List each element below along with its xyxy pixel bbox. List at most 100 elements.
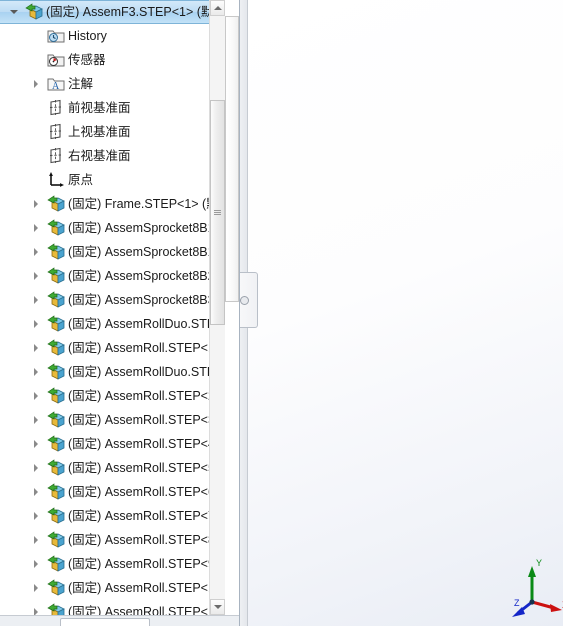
component-icon xyxy=(44,240,68,264)
expand-arrow-icon[interactable] xyxy=(28,480,44,504)
tree-tab-chip[interactable] xyxy=(60,618,150,626)
tree-row[interactable]: (固定) AssemRoll.STEP<3> xyxy=(0,408,225,432)
tree-row-label: (固定) AssemRoll.STEP<10 xyxy=(68,581,222,595)
tree-vertical-scrollbar[interactable] xyxy=(209,0,225,615)
expand-arrow-icon[interactable] xyxy=(28,312,44,336)
triad-z-label: Z xyxy=(514,598,520,608)
expand-arrow-icon[interactable] xyxy=(28,528,44,552)
component-icon xyxy=(44,528,68,552)
feature-tree-scrollarea[interactable]: (固定) AssemF3.STEP<1> (默认 History 传感器 A 注解前视基… xyxy=(0,0,225,615)
chevron-down-icon xyxy=(213,605,222,609)
tree-row[interactable]: 前视基准面 xyxy=(0,96,225,120)
panel-vertical-scrollbar[interactable] xyxy=(225,0,239,615)
tree-row-label: (固定) AssemF3.STEP<1> (默认 xyxy=(46,5,225,19)
chevron-right-icon xyxy=(34,608,38,615)
tree-row[interactable]: 传感器 xyxy=(0,48,225,72)
tree-row[interactable]: (固定) AssemRoll.STEP<11 xyxy=(0,600,225,615)
expand-arrow-icon[interactable] xyxy=(28,216,44,240)
tree-row[interactable]: (固定) Frame.STEP<1> (默认 xyxy=(0,192,225,216)
component-icon xyxy=(44,552,68,576)
expand-arrow-icon[interactable] xyxy=(28,552,44,576)
graphics-viewport[interactable]: Y X Z xyxy=(248,0,563,626)
plane-icon xyxy=(44,96,68,120)
tree-row[interactable]: History xyxy=(0,24,225,48)
svg-text:A: A xyxy=(52,81,60,92)
tree-row-label: 前视基准面 xyxy=(68,101,131,115)
component-icon xyxy=(44,432,68,456)
chevron-right-icon xyxy=(34,368,38,376)
scroll-down-button[interactable] xyxy=(210,599,225,615)
tree-row-label: (固定) AssemRoll.STEP<7> xyxy=(68,509,223,523)
plane-icon xyxy=(44,144,68,168)
tree-row[interactable]: (固定) AssemRoll.STEP<7> xyxy=(0,504,225,528)
expand-arrow-icon[interactable] xyxy=(28,432,44,456)
tree-row[interactable]: (固定) AssemSprocket8B14 xyxy=(0,216,225,240)
tree-row[interactable]: (固定) AssemRoll.STEP<1> xyxy=(0,336,225,360)
chevron-right-icon xyxy=(34,224,38,232)
coordinate-triad: Y X Z xyxy=(510,558,563,620)
chevron-right-icon xyxy=(34,200,38,208)
tree-scrollbar-thumb[interactable] xyxy=(210,100,225,325)
expand-arrow-icon[interactable] xyxy=(28,408,44,432)
expand-arrow-icon[interactable] xyxy=(28,456,44,480)
chevron-right-icon xyxy=(34,80,38,88)
component-icon xyxy=(44,216,68,240)
tree-row-label: (固定) AssemRollDuo.STEP xyxy=(68,317,224,331)
collapse-arrow-icon[interactable] xyxy=(6,0,22,24)
tree-row[interactable]: (固定) AssemSprocket8B20 xyxy=(0,264,225,288)
solidworks-window: Y X Z (固定) AssemF3.STEP<1> (默认 History 传感器… xyxy=(0,0,563,626)
scroll-up-button[interactable] xyxy=(210,0,225,16)
tree-row-label: 上视基准面 xyxy=(68,125,131,139)
expand-arrow-icon[interactable] xyxy=(28,576,44,600)
tree-row-label: (固定) AssemRoll.STEP<11 xyxy=(68,605,221,615)
tree-row-label: (固定) AssemRoll.STEP<9> xyxy=(68,557,223,571)
tree-row[interactable]: (固定) AssemRoll.STEP<10 xyxy=(0,576,225,600)
tree-row[interactable]: 右视基准面 xyxy=(0,144,225,168)
expand-arrow-icon[interactable] xyxy=(28,192,44,216)
component-icon xyxy=(44,576,68,600)
expand-arrow-icon[interactable] xyxy=(28,384,44,408)
feature-tree-panel: (固定) AssemF3.STEP<1> (默认 History 传感器 A 注解前视基… xyxy=(0,0,240,626)
expand-arrow-icon[interactable] xyxy=(28,504,44,528)
panel-scrollbar-thumb[interactable] xyxy=(225,16,239,302)
tree-row[interactable]: A 注解 xyxy=(0,72,225,96)
tree-row-label: (固定) AssemRoll.STEP<3> xyxy=(68,413,223,427)
chevron-right-icon xyxy=(34,296,38,304)
tree-row[interactable]: (固定) AssemRoll.STEP<4> xyxy=(0,432,225,456)
component-icon xyxy=(44,456,68,480)
expand-arrow-icon[interactable] xyxy=(28,264,44,288)
expand-arrow-icon[interactable] xyxy=(28,240,44,264)
chevron-right-icon xyxy=(34,512,38,520)
tree-tab-strip[interactable] xyxy=(0,615,239,626)
tree-row[interactable]: (固定) AssemRollDuo.STEP xyxy=(0,360,225,384)
feature-tree: (固定) AssemF3.STEP<1> (默认 History 传感器 A 注解前视基… xyxy=(0,0,225,615)
expand-arrow-icon[interactable] xyxy=(28,288,44,312)
tree-row-root[interactable]: (固定) AssemF3.STEP<1> (默认 xyxy=(0,0,225,24)
tree-row[interactable]: (固定) AssemRoll.STEP<2> xyxy=(0,384,225,408)
component-icon xyxy=(44,360,68,384)
tree-row[interactable]: (固定) AssemRoll.STEP<6> xyxy=(0,480,225,504)
tree-row[interactable]: (固定) AssemRoll.STEP<9> xyxy=(0,552,225,576)
component-icon xyxy=(44,408,68,432)
tree-row-label: (固定) AssemRoll.STEP<4> xyxy=(68,437,223,451)
tree-row[interactable]: (固定) AssemRoll.STEP<5> xyxy=(0,456,225,480)
expand-arrow-icon[interactable] xyxy=(28,72,44,96)
expand-arrow-icon[interactable] xyxy=(28,600,44,615)
tree-row[interactable]: (固定) AssemSprocket8B30 xyxy=(0,288,225,312)
tree-row-label: (固定) AssemRoll.STEP<1> xyxy=(68,341,223,355)
tree-row[interactable]: 上视基准面 xyxy=(0,120,225,144)
chevron-right-icon xyxy=(34,560,38,568)
tree-row[interactable]: (固定) AssemRoll.STEP<8> xyxy=(0,528,225,552)
chevron-right-icon xyxy=(34,488,38,496)
tree-row[interactable]: (固定) AssemRollDuo.STEP xyxy=(0,312,225,336)
expand-arrow-icon[interactable] xyxy=(28,360,44,384)
component-icon xyxy=(44,600,68,615)
tree-row-label: 注解 xyxy=(68,77,94,91)
component-icon xyxy=(44,336,68,360)
tree-row[interactable]: (固定) AssemSprocket8B14 xyxy=(0,240,225,264)
expand-arrow-icon[interactable] xyxy=(28,336,44,360)
tree-row[interactable]: 原点 xyxy=(0,168,225,192)
